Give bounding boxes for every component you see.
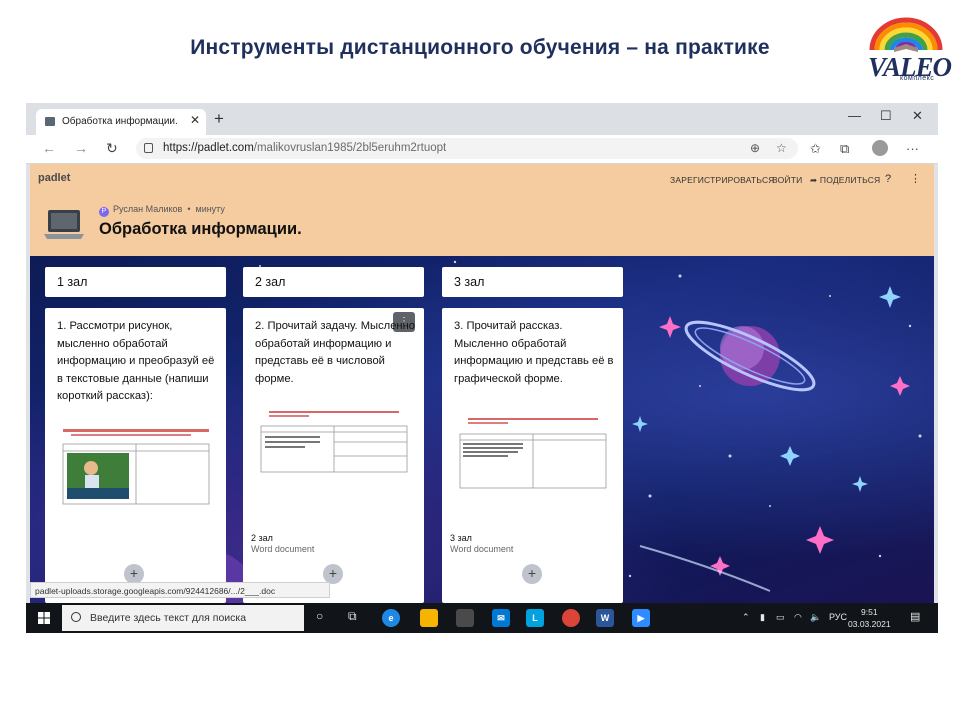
doc-preview-2[interactable] <box>259 410 409 488</box>
network-icon[interactable]: ◠ <box>794 612 802 623</box>
refresh-icon[interactable]: ↻ <box>106 140 118 157</box>
padlet-title: Обработка информации. <box>99 220 302 238</box>
author-avatar: Р <box>99 207 109 217</box>
chrome-icon[interactable] <box>562 609 580 627</box>
laptop-icon <box>44 210 84 239</box>
address-bar[interactable]: https://padlet.com/malikovruslan1985/2bl… <box>136 138 798 159</box>
add-post-button-2[interactable]: + <box>323 564 343 584</box>
taskbar-search-input[interactable]: Введите здесь текст для поиска <box>62 605 304 631</box>
favorites-icon[interactable]: ✩ <box>810 141 821 157</box>
attachment-title-3: 3 зал <box>450 533 472 543</box>
attachment-title-2: 2 зал <box>251 533 273 543</box>
word-icon[interactable]: W <box>596 609 614 627</box>
login-link[interactable]: ВОЙТИ <box>772 175 802 185</box>
post-time: минуту <box>195 204 225 214</box>
store-icon[interactable] <box>456 609 474 627</box>
profile-avatar[interactable] <box>872 140 888 156</box>
file-explorer-icon[interactable] <box>420 609 438 627</box>
notifications-icon[interactable]: ▤ <box>910 610 920 623</box>
windows-start-icon[interactable] <box>38 612 50 624</box>
url-text: https://padlet.com/malikovruslan1985/2bl… <box>163 142 447 154</box>
collections-icon[interactable]: ⧉ <box>840 141 849 157</box>
maximize-icon[interactable]: ☐ <box>880 108 892 124</box>
more-menu-icon[interactable]: ··· <box>906 141 919 156</box>
windows-taskbar: Введите здесь текст для поиска ○ ⧉ e ✉ L… <box>26 603 938 633</box>
browser-tab[interactable]: Обработка информации. ✕ <box>36 109 206 135</box>
favorite-star-icon[interactable]: ☆ <box>776 141 787 155</box>
usb-icon[interactable]: ▮ <box>760 612 765 623</box>
edge-icon[interactable]: e <box>382 609 400 627</box>
post-card-3[interactable]: 3. Прочитай рассказ. Мысленно обработай … <box>442 308 623 603</box>
status-bar-url: padlet-uploads.storage.googleapis.com/92… <box>30 582 330 598</box>
tab-bar: Обработка информации. ✕ + — ☐ ✕ <box>26 103 938 135</box>
mail-icon[interactable]: ✉ <box>492 609 510 627</box>
add-post-button-3[interactable]: + <box>522 564 542 584</box>
more-options-icon[interactable]: ⋮ <box>910 172 921 185</box>
zoom-icon[interactable]: ▶ <box>632 609 650 627</box>
post-text-1: 1. Рассмотри рисунок, мысленно обработай… <box>57 320 215 402</box>
column-header-1[interactable]: 1 зал <box>45 267 226 297</box>
address-row: ← → ↻ https://padlet.com/malikovruslan19… <box>26 135 938 164</box>
tray-overflow-icon[interactable]: ⌃ <box>742 612 750 623</box>
add-site-icon[interactable]: ⊕ <box>750 141 760 155</box>
padlet-brand[interactable]: padlet <box>38 172 70 184</box>
signup-link[interactable]: ЗАРЕГИСТРИРОВАТЬСЯ <box>670 175 775 185</box>
forward-icon[interactable]: → <box>74 140 88 156</box>
search-icon <box>71 612 81 622</box>
post-card-1[interactable]: 1. Рассмотри рисунок, мысленно обработай… <box>45 308 226 603</box>
task-view-icon[interactable]: ⧉ <box>348 609 357 624</box>
author-line: Р Руслан Маликов • минуту <box>99 204 225 217</box>
taskbar-clock[interactable]: 9:51 03.03.2021 <box>848 606 891 630</box>
share-button[interactable]: ➦ ПОДЕЛИТЬСЯ <box>810 175 880 186</box>
space-background: 1 зал 1. Рассмотри рисунок, мысленно обр… <box>30 256 934 603</box>
tab-title: Обработка информации. <box>62 116 178 127</box>
volume-icon[interactable]: 🔈 <box>810 612 821 623</box>
cortana-icon[interactable]: ○ <box>316 609 323 623</box>
padlet-favicon-icon <box>45 117 55 126</box>
l-app-icon[interactable]: L <box>526 609 544 627</box>
padlet-header: padlet ЗАРЕГИСТРИРОВАТЬСЯ ВОЙТИ ➦ ПОДЕЛИ… <box>30 164 934 256</box>
slide-title: Инструменты дистанционного обучения – на… <box>190 36 770 59</box>
share-icon: ➦ <box>810 175 820 185</box>
lock-icon <box>144 143 153 153</box>
doc-preview-3[interactable] <box>458 416 608 494</box>
post-text-2: 2. Прочитай задачу. Мысленно обработай и… <box>255 320 415 385</box>
logo-subtitle: комплекс <box>900 75 935 82</box>
attachment-type-2: Word document <box>251 544 315 554</box>
attachment-type-3: Word document <box>450 544 514 554</box>
add-post-button-1[interactable]: + <box>124 564 144 584</box>
column-header-3[interactable]: 3 зал <box>442 267 623 297</box>
language-indicator[interactable]: РУС <box>829 612 847 622</box>
doc-preview-1[interactable] <box>61 428 211 506</box>
column-header-2[interactable]: 2 зал <box>243 267 424 297</box>
help-icon[interactable]: ? <box>885 173 891 185</box>
post-text-3: 3. Прочитай рассказ. Мысленно обработай … <box>454 320 614 385</box>
minimize-icon[interactable]: — <box>848 108 861 123</box>
battery-icon[interactable]: ▭ <box>776 612 785 623</box>
window-close-icon[interactable]: ✕ <box>912 108 923 124</box>
author-name: Руслан Маликов <box>113 204 183 214</box>
post-card-2[interactable]: ⋮ 2. Прочитай задачу. Мысленно обработай… <box>243 308 424 603</box>
new-tab-icon[interactable]: + <box>214 109 224 129</box>
tab-close-icon[interactable]: ✕ <box>190 113 200 127</box>
back-icon[interactable]: ← <box>42 140 56 156</box>
browser-screenshot: Обработка информации. ✕ + — ☐ ✕ ← → ↻ ht… <box>26 103 938 633</box>
